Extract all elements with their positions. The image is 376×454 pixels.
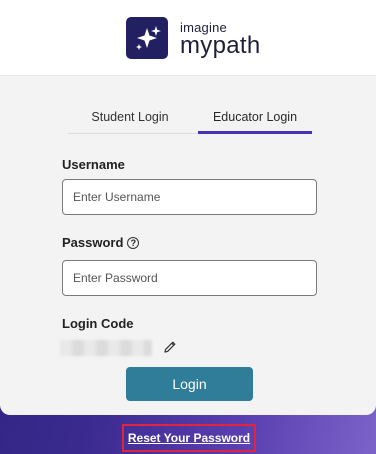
username-input[interactable] bbox=[62, 179, 317, 215]
logo-mark bbox=[126, 17, 168, 59]
tab-educator-login[interactable]: Educator Login bbox=[198, 106, 312, 134]
login-panel: Student Login Educator Login Username Pa… bbox=[0, 76, 376, 415]
sparkle-icon bbox=[136, 26, 161, 50]
pencil-icon[interactable] bbox=[162, 339, 178, 355]
username-label: Username bbox=[62, 157, 125, 172]
app-header: imagine mypath bbox=[0, 0, 376, 76]
question-circle-icon[interactable]: ? bbox=[127, 237, 140, 249]
tab-student-login[interactable]: Student Login bbox=[68, 106, 192, 134]
reset-password-link[interactable]: Reset Your Password bbox=[122, 424, 256, 452]
password-label-row: Password? bbox=[62, 235, 140, 250]
logo-text-mypath: mypath bbox=[180, 32, 261, 59]
login-button[interactable]: Login bbox=[126, 367, 253, 401]
login-code-value bbox=[60, 340, 152, 356]
password-input[interactable] bbox=[62, 260, 317, 296]
password-label: Password bbox=[62, 235, 124, 250]
login-code-label: Login Code bbox=[62, 316, 134, 331]
login-tabs: Student Login Educator Login bbox=[68, 106, 312, 134]
